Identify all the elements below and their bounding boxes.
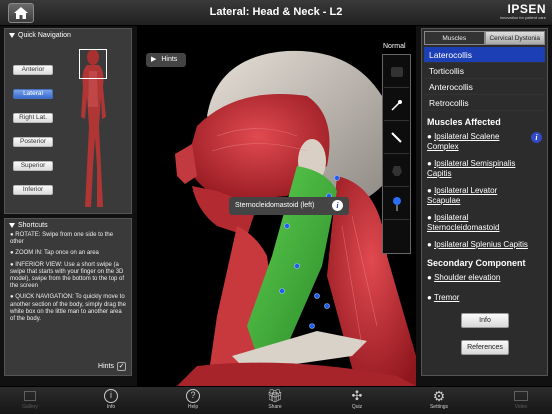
tab-share[interactable]: 🎁︎ Share bbox=[255, 388, 295, 410]
checkmark-icon[interactable]: ✓ bbox=[117, 362, 126, 371]
tab-cervical-dystonia[interactable]: Cervical Dystonia bbox=[484, 31, 545, 45]
mini-view-frame[interactable] bbox=[79, 49, 107, 79]
collapse-triangle-icon bbox=[9, 33, 15, 38]
muscle-item[interactable]: ● Ipsilateral Semispinalis Capitis bbox=[422, 157, 547, 181]
condition-panel: Muscles Cervical Dystonia Laterocollis T… bbox=[421, 28, 548, 376]
secondary-component-heading: Secondary Component bbox=[427, 258, 526, 268]
shortcut-inferior-view: ● INFERIOR VIEW: Use a short swipe (a sw… bbox=[10, 261, 125, 290]
pin-icon bbox=[390, 99, 402, 111]
tab-gallery[interactable]: Gallery bbox=[10, 388, 50, 410]
play-icon: ▶ bbox=[151, 56, 157, 63]
collapse-triangle-icon bbox=[9, 223, 15, 228]
tool-torso[interactable] bbox=[384, 155, 409, 187]
secondary-item[interactable]: ● Tremor bbox=[422, 291, 547, 305]
shortcut-zoom: ● ZOOM IN: Tap once on an area bbox=[10, 250, 99, 257]
help-icon: ? bbox=[186, 389, 200, 403]
brand-tagline: Innovation for patient care bbox=[499, 15, 546, 20]
tool-injection[interactable] bbox=[384, 188, 409, 220]
torso-icon bbox=[391, 165, 402, 176]
tool-normal[interactable] bbox=[384, 56, 409, 88]
muscles-affected-heading: Muscles Affected bbox=[427, 117, 501, 127]
nav-superior-button[interactable]: Superior bbox=[13, 161, 53, 171]
muscle-item[interactable]: ● Ipsilateral Scalene Complex i bbox=[422, 130, 547, 154]
puzzle-icon: ✣ bbox=[351, 388, 363, 403]
gallery-icon bbox=[24, 391, 36, 401]
square-icon bbox=[390, 66, 403, 77]
top-bar: Lateral: Head & Neck - L2 IPSEN Innovati… bbox=[0, 0, 552, 26]
info-icon[interactable]: i bbox=[332, 200, 343, 211]
hints-button[interactable]: ▶ Hints bbox=[146, 53, 186, 67]
tab-settings[interactable]: ⚙ Settings bbox=[419, 387, 459, 411]
info-icon[interactable]: i bbox=[531, 132, 542, 143]
shortcut-quick-nav: ● QUICK NAVIGATION: To quickly move to a… bbox=[10, 294, 126, 323]
muscle-item[interactable]: ● Ipsilateral Levator Scapulae bbox=[422, 184, 547, 208]
info-circle-icon: i bbox=[104, 389, 118, 403]
condition-list: Laterocollis Torticollis Anterocollis Re… bbox=[424, 47, 545, 111]
shortcuts-text: ● ROTATE: Swipe from one side to the oth… bbox=[5, 232, 131, 323]
nav-lateral-button[interactable]: Lateral bbox=[13, 89, 53, 99]
nav-right-lat-button[interactable]: Right Lat. bbox=[13, 113, 53, 123]
scalpel-icon bbox=[390, 131, 402, 143]
bottom-tab-bar: Gallery i Info ? Help 🎁︎ Share ✣ Quiz ⚙ … bbox=[0, 386, 552, 414]
secondary-item[interactable]: ● Shoulder elevation bbox=[422, 271, 547, 285]
tab-help[interactable]: ? Help bbox=[173, 388, 213, 410]
shortcut-rotate: ● ROTATE: Swipe from one side to the oth… bbox=[10, 232, 114, 246]
nav-posterior-button[interactable]: Posterior bbox=[13, 137, 53, 147]
anatomy-viewport[interactable]: ▶ Hints Normal Sternocleidomastoid (left… bbox=[137, 26, 416, 386]
tool-mode-label: Normal bbox=[383, 43, 406, 50]
muscle-item[interactable]: ● Ipsilateral Sternocleidomastoid bbox=[422, 211, 547, 235]
tab-video[interactable]: Video bbox=[501, 388, 541, 410]
tab-info[interactable]: i Info bbox=[91, 388, 131, 410]
gear-icon: ⚙ bbox=[432, 387, 446, 404]
tool-scalpel[interactable] bbox=[384, 122, 409, 154]
video-icon bbox=[514, 391, 528, 401]
condition-anterocollis[interactable]: Anterocollis bbox=[424, 79, 545, 95]
nav-inferior-button[interactable]: Inferior bbox=[13, 185, 53, 195]
condition-retrocollis[interactable]: Retrocollis bbox=[424, 95, 545, 111]
muscle-item[interactable]: ● Ipsilateral Splenius Capitis bbox=[422, 238, 547, 252]
tool-pin[interactable] bbox=[384, 89, 409, 121]
hints-toggle[interactable]: Hints ✓ bbox=[98, 362, 126, 371]
shortcuts-panel: Shortcuts ● ROTATE: Swipe from one side … bbox=[4, 218, 132, 376]
references-button[interactable]: References bbox=[461, 340, 509, 355]
page-title: Lateral: Head & Neck - L2 bbox=[209, 6, 343, 18]
gift-icon: 🎁︎ bbox=[266, 388, 284, 403]
tool-strip bbox=[382, 54, 411, 254]
panel-tabs: Muscles Cervical Dystonia bbox=[424, 31, 545, 45]
condition-torticollis[interactable]: Torticollis bbox=[424, 63, 545, 79]
condition-laterocollis[interactable]: Laterocollis bbox=[424, 47, 545, 63]
brand-logo: IPSEN bbox=[507, 2, 546, 16]
tab-quiz[interactable]: ✣ Quiz bbox=[337, 388, 377, 410]
nav-anterior-button[interactable]: Anterior bbox=[13, 65, 53, 75]
quick-navigation-panel: Quick Navigation Anterior Lateral Right … bbox=[4, 28, 132, 214]
info-button[interactable]: Info bbox=[461, 313, 509, 328]
injection-pin-icon bbox=[392, 196, 401, 211]
quick-navigation-header[interactable]: Quick Navigation bbox=[5, 29, 131, 42]
selected-muscle-label[interactable]: Sternocleidomastoid (left) i bbox=[229, 197, 349, 215]
tab-muscles[interactable]: Muscles bbox=[424, 31, 485, 45]
shortcuts-header[interactable]: Shortcuts bbox=[5, 219, 131, 232]
